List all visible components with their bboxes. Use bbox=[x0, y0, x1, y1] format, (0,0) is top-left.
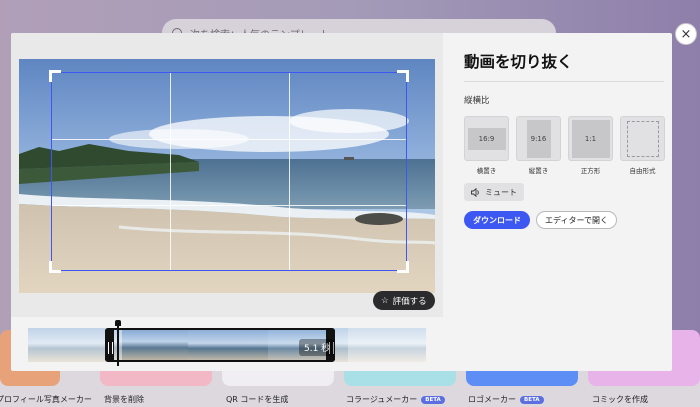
close-button[interactable]: × bbox=[675, 23, 697, 45]
selection-duration: 5.1 秒 bbox=[299, 339, 336, 356]
rate-button-label: 評価する bbox=[392, 296, 427, 307]
timeline-unselected-right bbox=[332, 328, 426, 362]
aspect-ratio-heading: 縦横比 bbox=[464, 96, 490, 106]
beta-badge: BETA bbox=[520, 395, 544, 404]
ratio-option-square[interactable]: 1:1 正方形 bbox=[568, 116, 613, 175]
crop-handle-bottom-right[interactable] bbox=[397, 261, 409, 273]
ratio-preview: 16:9 bbox=[467, 127, 506, 150]
crop-handle-top-left[interactable] bbox=[49, 70, 61, 82]
rate-button[interactable]: ☆ 評価する bbox=[373, 291, 435, 310]
speaker-icon bbox=[471, 187, 479, 197]
ratio-label: 横置き bbox=[476, 167, 497, 175]
mute-button[interactable]: ミュート bbox=[464, 183, 524, 201]
crop-grid-line bbox=[170, 73, 171, 270]
crop-video-modal: ☆ 評価する 5.1 秒 動画を切り抜く 縦横比 16:9 横置き 9:16 縦… bbox=[11, 33, 672, 371]
crop-handle-top-right[interactable] bbox=[397, 70, 409, 82]
open-in-editor-button[interactable]: エディターで開く bbox=[536, 211, 617, 229]
crop-selection-box[interactable] bbox=[49, 70, 409, 273]
ratio-option-landscape[interactable]: 16:9 横置き bbox=[464, 116, 509, 175]
download-button[interactable]: ダウンロード bbox=[464, 211, 530, 229]
crop-handle-bottom-left[interactable] bbox=[49, 261, 61, 273]
crop-settings-panel: 動画を切り抜く 縦横比 16:9 横置き 9:16 縦置き 1:1 正方形 自由… bbox=[464, 50, 665, 229]
ratio-label: 正方形 bbox=[580, 167, 601, 175]
timeline-playhead[interactable] bbox=[115, 320, 121, 366]
ratio-preview bbox=[626, 120, 659, 157]
crop-grid-line bbox=[52, 139, 406, 140]
beta-badge: BETA bbox=[421, 395, 445, 404]
action-buttons: ダウンロード エディターで開く bbox=[464, 211, 664, 229]
ratio-option-portrait[interactable]: 9:16 縦置き bbox=[516, 116, 561, 175]
ratio-preview: 1:1 bbox=[571, 119, 610, 158]
close-icon: × bbox=[680, 26, 692, 42]
tool-label-comic: コミックを作成 bbox=[592, 395, 648, 404]
crop-grid-line bbox=[289, 73, 290, 270]
tool-label-remove-bg: 背景を削除 bbox=[104, 395, 144, 404]
tool-label-qr: QR コードを生成 bbox=[226, 395, 289, 404]
crop-grid-line bbox=[52, 205, 406, 206]
tool-label-profile: プロフィール写真メーカー bbox=[0, 395, 92, 404]
timeline-handle-left[interactable] bbox=[105, 330, 114, 360]
mute-button-label: ミュート bbox=[485, 187, 517, 197]
ratio-label: 縦置き bbox=[528, 167, 549, 175]
video-preview-area: ☆ 評価する bbox=[11, 33, 443, 317]
tool-label-collage: コラージュメーカー BETA bbox=[346, 394, 445, 405]
modal-title: 動画を切り抜く bbox=[464, 50, 664, 82]
ratio-option-freeform[interactable]: 自由形式 bbox=[620, 116, 665, 175]
tool-label-logo: ロゴメーカー BETA bbox=[468, 394, 544, 405]
ratio-preview: 9:16 bbox=[526, 119, 551, 158]
aspect-ratio-options: 16:9 横置き 9:16 縦置き 1:1 正方形 自由形式 bbox=[464, 116, 665, 175]
ratio-label: 自由形式 bbox=[629, 167, 656, 175]
star-icon: ☆ bbox=[381, 295, 389, 306]
